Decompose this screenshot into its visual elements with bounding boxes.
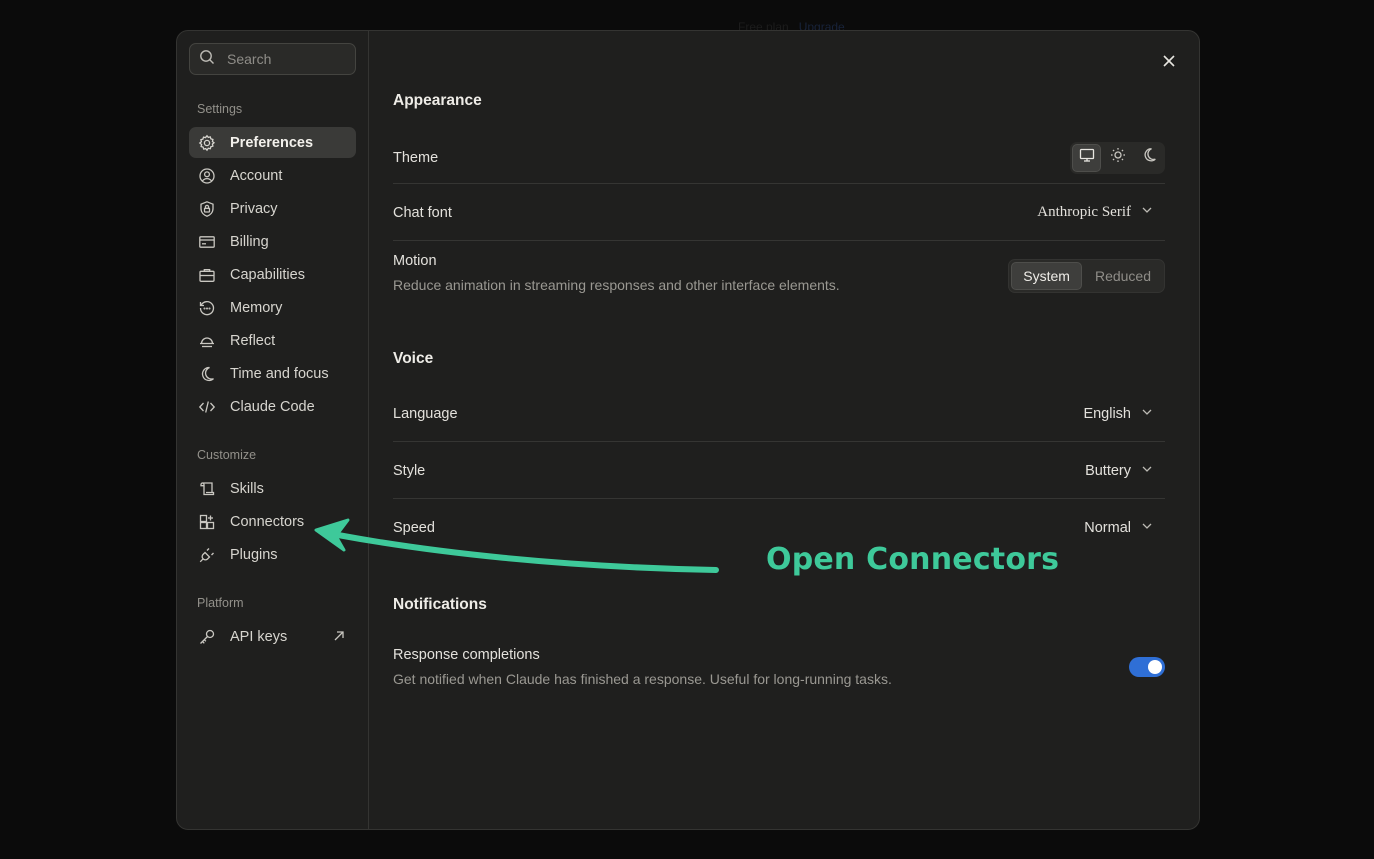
sidebar-item-label: Account — [230, 167, 283, 184]
response-completions-toggle[interactable] — [1129, 657, 1165, 677]
sidebar-item-label: Memory — [230, 299, 283, 316]
settings-modal: Settings Preferences Account Privacy Bil… — [176, 30, 1200, 830]
settings-section-label: Settings — [197, 102, 243, 116]
style-value: Buttery — [1085, 462, 1131, 479]
annotation-label: Open Connectors — [766, 542, 1060, 577]
theme-light-button[interactable] — [1103, 144, 1132, 172]
speed-select[interactable]: Normal — [1084, 520, 1165, 536]
motion-reduced-button[interactable]: Reduced — [1084, 262, 1162, 290]
appearance-title: Appearance — [393, 92, 482, 109]
scroll-icon — [198, 480, 216, 498]
sunset-icon — [198, 332, 216, 350]
briefcase-icon — [198, 266, 216, 284]
chat-font-label: Chat font — [393, 204, 452, 221]
chat-font-select[interactable]: Anthropic Serif — [1037, 204, 1165, 221]
toggle-knob — [1148, 660, 1162, 674]
voice-title: Voice — [393, 350, 434, 367]
theme-dark-button[interactable] — [1134, 144, 1163, 172]
motion-segmented-control: System Reduced — [1008, 259, 1165, 293]
sidebar-item-label: Connectors — [230, 513, 305, 530]
chevron-down-icon — [1141, 406, 1153, 422]
settings-sidebar: Settings Preferences Account Privacy Bil… — [177, 31, 369, 829]
theme-row: Theme — [393, 131, 1165, 184]
theme-label: Theme — [393, 149, 439, 166]
sidebar-item-label: Plugins — [230, 546, 278, 563]
motion-description: Reduce animation in streaming responses … — [393, 277, 840, 293]
user-circle-icon — [198, 167, 216, 185]
theme-system-button[interactable] — [1072, 143, 1101, 172]
notifications-title: Notifications — [393, 596, 487, 613]
sidebar-item-connectors[interactable]: Connectors — [189, 506, 356, 537]
platform-nav: API keys — [189, 621, 356, 652]
sidebar-item-label: Skills — [230, 480, 264, 497]
settings-nav: Preferences Account Privacy Billing Capa… — [189, 127, 356, 422]
language-label: Language — [393, 405, 458, 422]
sun-icon — [1110, 147, 1126, 168]
sidebar-item-billing[interactable]: Billing — [189, 226, 356, 257]
settings-content: Appearance Theme Chat font Anthropic Ser… — [369, 31, 1199, 829]
sidebar-item-label: Billing — [230, 233, 269, 250]
sidebar-item-label: API keys — [230, 628, 288, 645]
moon-icon — [1141, 147, 1157, 168]
style-row: Style Buttery — [393, 442, 1165, 499]
external-link-icon — [332, 629, 346, 643]
grid-plus-icon — [198, 513, 216, 531]
shield-lock-icon — [198, 200, 216, 218]
response-completions-label: Response completions — [393, 647, 540, 663]
monitor-icon — [1079, 147, 1095, 168]
customize-section-label: Customize — [197, 448, 257, 462]
platform-section-label: Platform — [197, 596, 244, 610]
plug-icon — [198, 546, 216, 564]
sidebar-item-claude-code[interactable]: Claude Code — [189, 391, 356, 422]
speed-value: Normal — [1084, 519, 1131, 536]
language-value: English — [1083, 405, 1131, 422]
response-completions-text: Response completions Get notified when C… — [393, 647, 892, 687]
close-icon — [1159, 55, 1179, 75]
speed-label: Speed — [393, 519, 435, 536]
chevron-down-icon — [1141, 463, 1153, 479]
search-input[interactable] — [227, 51, 337, 67]
language-select[interactable]: English — [1083, 406, 1165, 422]
search-icon — [199, 49, 215, 70]
motion-label: Motion — [393, 253, 437, 269]
search-box[interactable] — [189, 43, 356, 75]
chevron-down-icon — [1141, 204, 1153, 221]
sidebar-item-privacy[interactable]: Privacy — [189, 193, 356, 224]
response-completions-description: Get notified when Claude has finished a … — [393, 671, 892, 687]
history-icon — [198, 299, 216, 317]
chevron-down-icon — [1141, 520, 1153, 536]
sidebar-item-account[interactable]: Account — [189, 160, 356, 191]
motion-text: Motion Reduce animation in streaming res… — [393, 253, 840, 293]
moon-icon — [198, 365, 216, 383]
customize-nav: Skills Connectors Plugins — [189, 473, 356, 570]
sidebar-item-label: Reflect — [230, 332, 276, 349]
motion-row: Motion Reduce animation in streaming res… — [393, 253, 1165, 301]
sidebar-item-label: Claude Code — [230, 398, 315, 415]
sidebar-item-skills[interactable]: Skills — [189, 473, 356, 504]
sidebar-item-plugins[interactable]: Plugins — [189, 539, 356, 570]
sidebar-item-label: Preferences — [230, 134, 314, 151]
gear-icon — [198, 134, 216, 152]
style-label: Style — [393, 462, 426, 479]
code-icon — [198, 398, 216, 416]
chat-font-row: Chat font Anthropic Serif — [393, 184, 1165, 241]
sidebar-item-memory[interactable]: Memory — [189, 292, 356, 323]
sidebar-item-capabilities[interactable]: Capabilities — [189, 259, 356, 290]
response-completions-row: Response completions Get notified when C… — [393, 643, 1165, 691]
sidebar-item-preferences[interactable]: Preferences — [189, 127, 356, 158]
sidebar-item-api-keys[interactable]: API keys — [189, 621, 356, 652]
sidebar-item-time-and-focus[interactable]: Time and focus — [189, 358, 356, 389]
style-select[interactable]: Buttery — [1085, 463, 1165, 479]
chat-font-value: Anthropic Serif — [1037, 204, 1131, 220]
sidebar-item-reflect[interactable]: Reflect — [189, 325, 356, 356]
sidebar-item-label: Privacy — [230, 200, 278, 217]
theme-selector — [1070, 141, 1165, 174]
language-row: Language English — [393, 385, 1165, 442]
credit-card-icon — [198, 233, 216, 251]
sidebar-item-label: Capabilities — [230, 266, 305, 283]
close-button[interactable] — [1159, 51, 1179, 71]
sidebar-item-label: Time and focus — [230, 365, 329, 382]
key-icon — [198, 628, 216, 646]
motion-system-button[interactable]: System — [1011, 262, 1082, 290]
